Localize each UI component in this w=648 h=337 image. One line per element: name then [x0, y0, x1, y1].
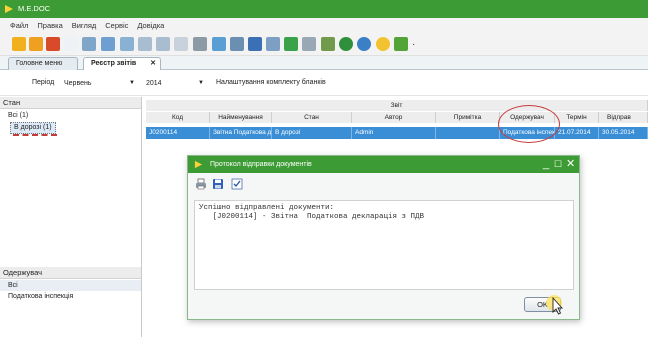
cell-deadline[interactable]: 21.07.2014	[555, 127, 599, 139]
cursor-icon	[546, 295, 564, 315]
col-state[interactable]: Стан	[272, 112, 352, 123]
print-icon[interactable]	[193, 37, 207, 51]
checklist-icon[interactable]	[266, 37, 280, 51]
menu-help[interactable]: Довідка	[137, 18, 164, 34]
search-icon[interactable]	[230, 37, 244, 51]
menu-view[interactable]: Вигляд	[72, 18, 97, 34]
menu-file[interactable]: Файл	[10, 18, 28, 34]
tools-icon[interactable]	[248, 37, 262, 51]
message-line: Успішно відправлені документи:	[199, 204, 335, 212]
cell-code[interactable]: J0200114	[146, 127, 210, 139]
view-icon[interactable]	[120, 37, 134, 51]
refresh-icon[interactable]	[101, 37, 115, 51]
reports-grid: Звіт Код Найменування Стан Автор Примітк…	[146, 97, 648, 143]
structure-icon[interactable]	[321, 37, 335, 51]
folder-open-icon[interactable]	[29, 37, 43, 51]
dialog-titlebar: Протокол відправки документів _ ☐ ✕	[188, 156, 579, 173]
tab-strip: Головне меню Реєстр звітів ✕	[0, 56, 648, 70]
app-logo-icon	[5, 5, 13, 13]
recipient-item-all[interactable]: Всі	[8, 281, 18, 291]
cell-author[interactable]: Admin	[352, 127, 436, 139]
dialog-title: Протокол відправки документів	[210, 161, 312, 168]
menu-bar: Файл Правка Вигляд Сервіс Довідка	[0, 18, 648, 34]
year-select[interactable]: 2014 ▼	[145, 77, 207, 89]
period-label: Період	[32, 79, 55, 86]
col-code[interactable]: Код	[146, 112, 210, 123]
toolbar: ·	[0, 34, 648, 56]
col-sent[interactable]: Відправ	[599, 112, 648, 123]
sync-icon[interactable]	[339, 37, 353, 51]
tab-label: Реєстр звітів	[91, 60, 137, 67]
list-icon[interactable]	[138, 37, 152, 51]
send-protocol-dialog: Протокол відправки документів _ ☐ ✕ Успі…	[187, 155, 580, 320]
help-icon[interactable]	[376, 37, 390, 51]
window-title: M.E.DOC	[18, 4, 51, 13]
save-icon[interactable]	[174, 37, 188, 51]
globe-icon[interactable]	[357, 37, 371, 51]
month-select[interactable]: Червень ▼	[63, 77, 138, 89]
copy-doc-icon[interactable]	[82, 37, 96, 51]
message-line: [J0200114] - Звітна Податкова декларація…	[199, 213, 425, 221]
state-item-all[interactable]: Всі (1)	[8, 111, 28, 121]
filter2-icon[interactable]	[302, 37, 316, 51]
chevron-down-icon: ▼	[129, 80, 135, 86]
cell-sent[interactable]: 30.05.2014	[599, 127, 648, 139]
col-name[interactable]: Найменування	[210, 112, 272, 123]
chevron-down-icon: ▼	[198, 80, 204, 86]
state-header: Стан	[0, 97, 141, 109]
recipient-header: Одержувач	[0, 267, 141, 279]
tab-reports-registry[interactable]: Реєстр звітів ✕	[83, 57, 161, 70]
cell-note[interactable]	[436, 127, 500, 139]
tab-close-icon[interactable]: ✕	[150, 58, 156, 70]
toolbar-overflow-icon[interactable]: ·	[412, 40, 415, 50]
year-value: 2014	[146, 80, 162, 87]
filter-bar: Період Червень ▼ 2014 ▼ Налаштування ком…	[0, 70, 648, 96]
col-deadline[interactable]: Термін	[555, 112, 599, 123]
send-icon[interactable]	[394, 37, 408, 51]
state-item-in-transit[interactable]: В дорозі (1)	[10, 122, 56, 134]
month-value: Червень	[64, 80, 92, 87]
chart-icon[interactable]	[212, 37, 226, 51]
left-panel: Стан Всі (1) В дорозі (1) Одержувач Всі …	[0, 97, 142, 337]
cell-name[interactable]: Звітна Податкова де	[210, 127, 272, 139]
dialog-message: Успішно відправлені документи: [J0200114…	[194, 200, 574, 290]
col-author[interactable]: Автор	[352, 112, 436, 123]
new-doc-icon[interactable]	[64, 37, 78, 51]
close-icon[interactable]: ✕	[566, 157, 575, 171]
recipient-item-tax[interactable]: Податкова інспекція	[8, 292, 73, 302]
grid-group-header: Звіт	[146, 100, 648, 111]
filter-icon[interactable]	[284, 37, 298, 51]
annotation-circle	[498, 105, 560, 143]
arrow-right-icon[interactable]	[12, 37, 26, 51]
cell-state[interactable]: В дорозі	[272, 127, 352, 139]
list2-icon[interactable]	[156, 37, 170, 51]
print-icon[interactable]	[195, 178, 207, 190]
minimize-icon[interactable]: _	[543, 157, 549, 171]
maximize-icon[interactable]: ☐	[554, 157, 562, 171]
app-logo-icon	[194, 160, 203, 169]
col-note[interactable]: Примітка	[436, 112, 500, 123]
tab-main-menu[interactable]: Головне меню	[8, 57, 78, 70]
menu-service[interactable]: Сервіс	[105, 18, 128, 34]
menu-edit[interactable]: Правка	[37, 18, 62, 34]
delete-icon[interactable]	[46, 37, 60, 51]
forms-settings-link[interactable]: Налаштування комплекту бланків	[216, 79, 326, 86]
select-all-icon[interactable]	[231, 178, 243, 190]
save-icon[interactable]	[212, 178, 224, 190]
window-titlebar: M.E.DOC	[0, 0, 648, 18]
recipient-item-all-bg	[0, 280, 141, 291]
annotation-underline	[13, 134, 57, 136]
tab-label: Головне меню	[16, 60, 63, 67]
